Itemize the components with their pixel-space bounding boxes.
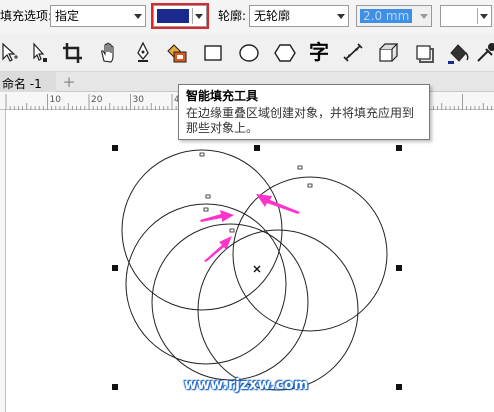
- selection-handle[interactable]: [396, 384, 402, 390]
- text-tool-icon[interactable]: 字: [307, 41, 333, 65]
- node-marker[interactable]: [203, 207, 209, 212]
- extrude-tool-icon[interactable]: [376, 41, 402, 65]
- selection-handle[interactable]: [112, 145, 118, 151]
- toolbox: 字: [0, 34, 494, 105]
- fill-option-dropdown[interactable]: 指定: [50, 5, 146, 27]
- shape-tool-icon[interactable]: [28, 41, 54, 65]
- extrude-shadow-icon[interactable]: [412, 41, 438, 65]
- center-mark[interactable]: [253, 265, 261, 273]
- rectangle-tool-icon[interactable]: [200, 41, 226, 65]
- pen-tool-icon[interactable]: [130, 41, 156, 65]
- arrow-annotation: [200, 210, 234, 222]
- ruler-tick-label: 30: [133, 95, 145, 105]
- ruler-tick-label: 20: [91, 95, 103, 105]
- outline-label: 轮廓:: [218, 9, 247, 23]
- outline-dropdown[interactable]: 无轮廓: [249, 5, 349, 27]
- outline-value: 无轮廓: [254, 9, 291, 23]
- ellipse-shape[interactable]: [232, 176, 388, 332]
- outline-color-picker[interactable]: [440, 5, 492, 27]
- smart-fill-tool-icon[interactable]: [165, 41, 191, 65]
- fill-color-picker[interactable]: [153, 5, 207, 27]
- watermark: www.rjzxw.com: [184, 377, 309, 393]
- tooltip-title: 智能填充工具: [186, 89, 259, 103]
- chevron-down-icon: [195, 14, 203, 19]
- outline-width-dropdown[interactable]: 2.0 mm: [356, 5, 432, 27]
- chevron-down-icon: [420, 14, 428, 19]
- polygon-tool-icon[interactable]: [272, 41, 298, 65]
- selection-handle[interactable]: [396, 145, 402, 151]
- outline-width-value: 2.0 mm: [363, 9, 410, 23]
- fill-option-value: 指定: [55, 9, 80, 23]
- node-marker[interactable]: [205, 194, 211, 199]
- selection-handle[interactable]: [112, 265, 118, 271]
- text-tool-glyph: 字: [309, 40, 329, 64]
- node-marker[interactable]: [229, 228, 235, 233]
- property-bar: 填充选项: 指定 轮廓: 无轮廓 2.0 mm: [0, 0, 494, 34]
- dimension-tool-icon[interactable]: [340, 41, 366, 65]
- node-marker[interactable]: [297, 165, 303, 170]
- ruler-tick-label: 10: [50, 95, 62, 105]
- tooltip-body: 在边缘重叠区域创建对象，并将填充应用到那些对象上。: [186, 106, 415, 135]
- tooltip: 智能填充工具 在边缘重叠区域创建对象，并将填充应用到那些对象上。: [178, 84, 430, 140]
- select-tool-icon[interactable]: [0, 41, 26, 65]
- crop-tool-icon[interactable]: [60, 41, 86, 65]
- node-marker[interactable]: [307, 183, 313, 188]
- ellipse-shape[interactable]: [151, 223, 309, 381]
- selection-handle[interactable]: [112, 384, 118, 390]
- add-tab-button[interactable]: +: [60, 74, 78, 90]
- ellipse-tool-icon[interactable]: [236, 41, 262, 65]
- chevron-down-icon: [337, 14, 345, 19]
- arrow-annotation: [256, 194, 300, 214]
- fill-color-swatch: [157, 9, 189, 23]
- drawing-canvas[interactable]: [0, 110, 494, 412]
- document-tab[interactable]: 命名 -1: [0, 72, 56, 92]
- eyedropper-icon[interactable]: [474, 41, 494, 65]
- chevron-down-icon: [134, 14, 142, 19]
- node-marker[interactable]: [199, 152, 205, 157]
- selection-handle[interactable]: [396, 265, 402, 271]
- fill-bucket-icon[interactable]: [446, 41, 472, 65]
- arrow-annotation: [204, 236, 232, 262]
- selection-handle[interactable]: [254, 145, 260, 151]
- chevron-down-icon: [480, 14, 488, 19]
- pan-tool-icon[interactable]: [96, 41, 122, 65]
- fill-option-label: 填充选项:: [0, 9, 53, 23]
- document-tab-label: 命名 -1: [2, 77, 42, 91]
